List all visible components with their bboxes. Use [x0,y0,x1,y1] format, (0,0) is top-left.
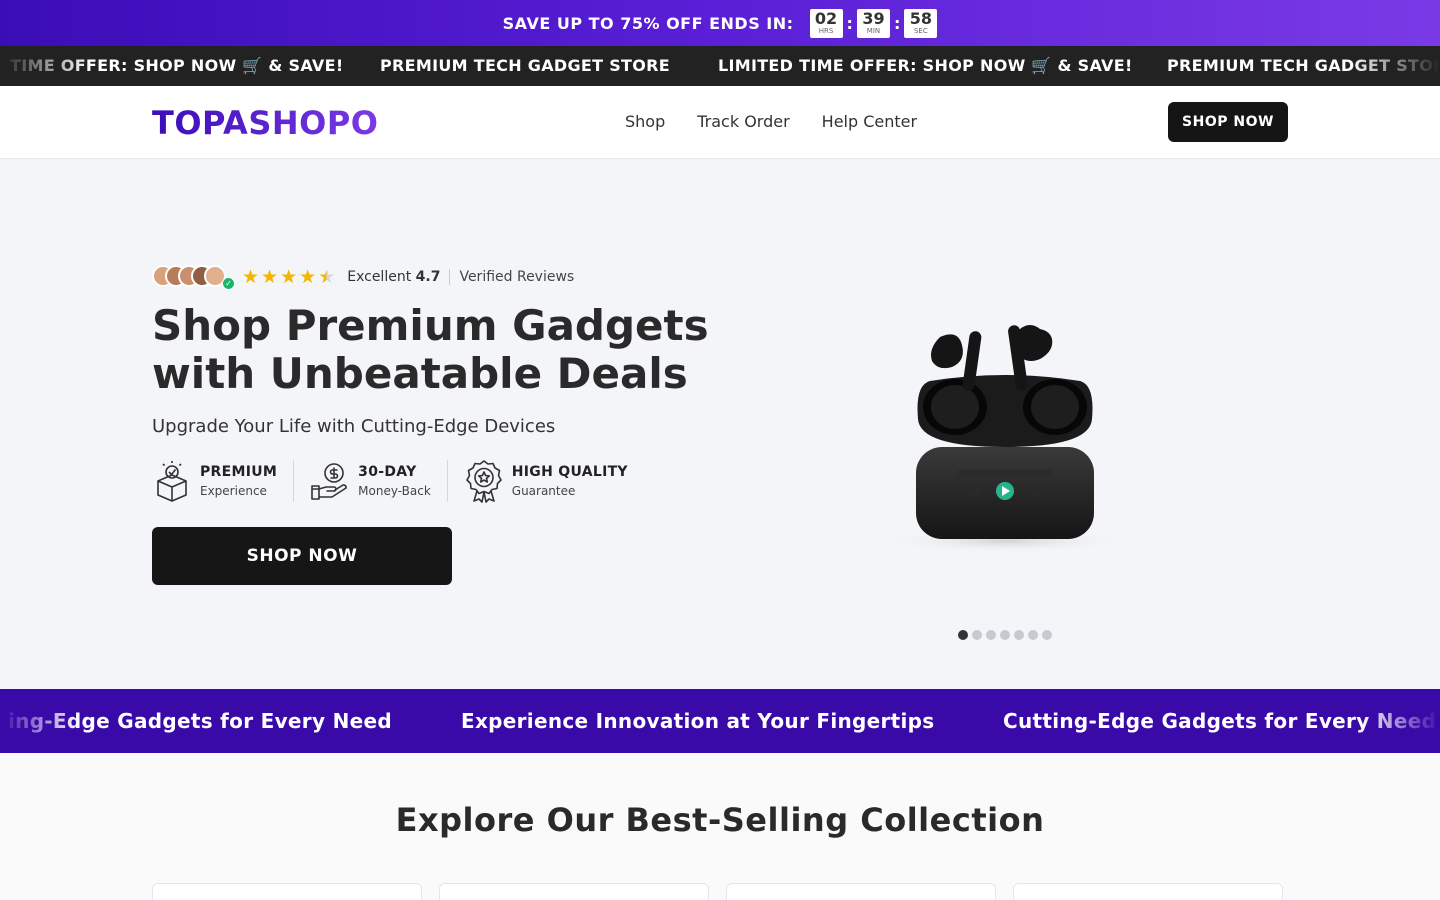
star-icon: ★ [242,265,260,288]
ticker-fade-left [0,46,90,86]
star-icon: ★ [280,265,298,288]
divider [293,460,295,502]
ticker-item: LIMITED TIME OFFER: SHOP NOW 🛒 & SAVE! [718,56,1133,75]
carousel-dot[interactable] [1028,630,1038,640]
hero-section: ✓ ★ ★ ★ ★ ★ Excellent 4.7 Verified Revie… [0,159,1440,689]
carousel-dot[interactable] [1042,630,1052,640]
carousel-dots [958,630,1052,640]
feature-list: PREMIUM Experience 30-DAY Money-Back HIG… [152,459,628,503]
product-card[interactable] [1013,883,1283,900]
ticker-fade-right [1350,46,1440,86]
carousel-dot[interactable] [1014,630,1024,640]
nav-shop[interactable]: Shop [625,112,665,131]
divider [446,460,448,502]
feature-premium: PREMIUM Experience [152,459,277,503]
hero-shop-now-button[interactable]: SHOP NOW [152,527,452,585]
countdown-separator: : [846,13,853,33]
rating-label: Excellent 4.7 [347,269,440,285]
carousel-dot[interactable] [958,630,968,640]
feature-title: PREMIUM [200,464,278,480]
hero-subtitle: Upgrade Your Life with Cutting-Edge Devi… [152,416,556,437]
countdown-hours: 02 HRS [809,8,843,38]
countdown-hours-label: HRS [818,27,834,35]
feature-money-back: 30-DAY Money-Back [310,459,431,503]
feature-title: 30-DAY [358,464,417,480]
nav-track-order[interactable]: Track Order [697,112,789,131]
header-shop-now-button[interactable]: SHOP NOW [1168,102,1288,142]
countdown-seconds-value: 58 [909,9,932,28]
product-earbuds-image[interactable] [880,309,1130,559]
quality-badge-icon [465,460,502,503]
gift-box-icon [157,461,187,502]
collection-section: Explore Our Best-Selling Collection [0,753,1440,900]
band-item: Experience Innovation at Your Fingertips [461,709,935,733]
reviewer-avatars: ✓ [152,264,236,290]
star-icon: ★ [261,265,279,288]
rating-row: ✓ ★ ★ ★ ★ ★ Excellent 4.7 Verified Revie… [152,264,574,290]
countdown-seconds-label: SEC [913,27,928,35]
feature-desc: Guarantee [511,484,576,498]
star-rating: ★ ★ ★ ★ ★ [242,265,336,288]
star-icon: ★ [299,265,317,288]
tagline-ticker: ing-Edge Gadgets for Every Need Experien… [0,689,1440,753]
feature-desc: Experience [200,484,267,498]
money-hand-icon [311,463,347,500]
half-star-icon: ★ [318,265,336,288]
product-card[interactable] [439,883,709,900]
collection-title: Explore Our Best-Selling Collection [395,801,1045,839]
divider [449,269,451,285]
previous-control [968,485,980,497]
carousel-dot[interactable] [972,630,982,640]
case-screen [958,469,1052,477]
feature-desc: Money-Back [358,484,431,498]
verified-check-icon: ✓ [222,277,235,290]
announcement-ticker: TIME OFFER: SHOP NOW 🛒 & SAVE! PREMIUM T… [0,46,1440,86]
countdown-minutes-value: 39 [862,9,885,28]
nav-help-center[interactable]: Help Center [822,112,917,131]
site-header: TOPASHOPO Shop Track Order Help Center S… [0,86,1440,159]
hero-title: Shop Premium Gadgets with Unbeatable Dea… [152,301,709,398]
verified-reviews-label: Verified Reviews [459,269,575,285]
promo-text: SAVE UP TO 75% OFF ENDS IN: [502,13,794,33]
next-control [1030,485,1042,497]
feature-title: HIGH QUALITY [511,464,628,480]
countdown-separator: : [893,13,901,33]
rating-label-text: Excellent [347,269,412,285]
countdown-seconds: 58 SEC [904,8,938,38]
ticker-item: PREMIUM TECH GADGET STORE [380,56,671,75]
site-logo[interactable]: TOPASHOPO [152,104,379,142]
main-nav: Shop Track Order Help Center [625,112,917,131]
product-card[interactable] [152,883,422,900]
countdown-minutes-label: MIN [866,27,881,35]
promo-bar: SAVE UP TO 75% OFF ENDS IN: 02 HRS : 39 … [0,0,1440,46]
carousel-dot[interactable] [1000,630,1010,640]
carousel-dot[interactable] [986,630,996,640]
feature-high-quality: HIGH QUALITY Guarantee [464,459,628,503]
countdown-hours-value: 02 [814,9,838,28]
rating-value: 4.7 [415,269,441,285]
band-fade-right [1360,689,1440,753]
countdown-minutes: 39 MIN [856,8,890,38]
band-fade-left [0,689,80,753]
product-card[interactable] [726,883,996,900]
